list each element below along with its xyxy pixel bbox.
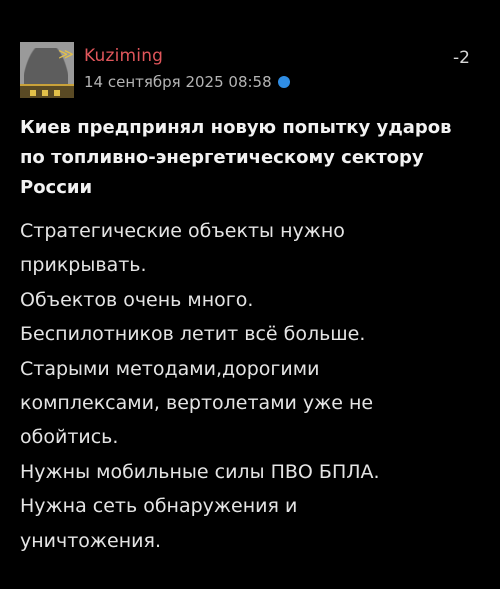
chevron-rank-icon: ≫ [58, 45, 74, 63]
body-line: обойтись. [20, 426, 119, 449]
comment-body: Стратегические объекты нужно прикрывать.… [20, 214, 490, 558]
body-line: Старыми методами,дорогими [20, 357, 320, 380]
body-line: уничтожения. [20, 529, 161, 552]
avatar[interactable]: ≫ [20, 42, 74, 98]
body-line: Объектов очень много. [20, 288, 254, 311]
comment-score: -2 [453, 48, 470, 68]
username[interactable]: Kuziming [84, 46, 163, 66]
timestamp: 14 сентября 2025 08:58 [84, 73, 272, 91]
body-line: Беспилотников летит всё больше. [20, 323, 366, 346]
rank-stripe-icon [20, 84, 74, 98]
body-line: Нужны мобильные силы ПВО БПЛА. [20, 460, 380, 483]
body-line: Стратегические объекты нужно [20, 220, 345, 242]
timestamp-row: 14 сентября 2025 08:58 [84, 72, 290, 92]
body-line: Нужна сеть обнаружения и [20, 495, 298, 518]
comment-card: ≫ Kuziming 14 сентября 2025 08:58 -2 Кие… [0, 0, 500, 589]
comment-header: ≫ Kuziming 14 сентября 2025 08:58 -2 [20, 40, 480, 100]
post-title[interactable]: Киев предпринял новую попытку ударов по … [20, 113, 480, 203]
body-line: комплексами, вертолетами уже не [20, 392, 374, 415]
body-line: прикрывать. [20, 254, 147, 277]
online-indicator-icon [277, 76, 290, 88]
